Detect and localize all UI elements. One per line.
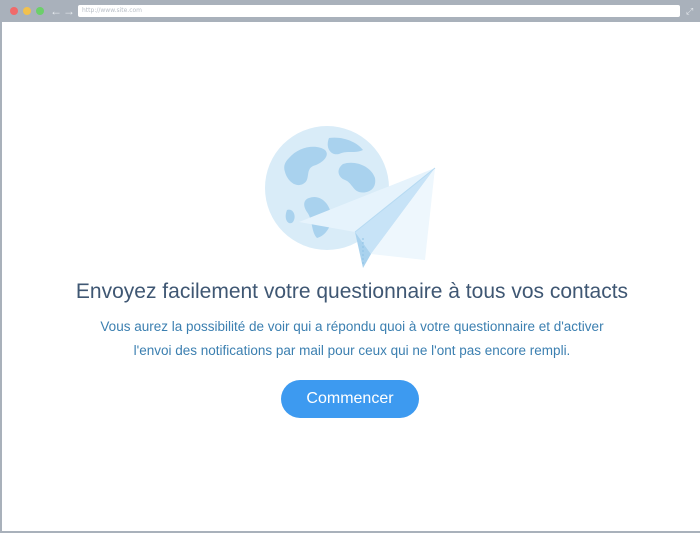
zoom-dot[interactable] bbox=[36, 7, 44, 15]
description: Vous aurez la possibilité de voir qui a … bbox=[4, 315, 700, 363]
forward-arrow-icon[interactable]: → bbox=[63, 4, 75, 18]
browser-chrome: ← → http://www.site.com ⤢ bbox=[2, 0, 700, 22]
globe-plane-illustration bbox=[265, 126, 436, 268]
description-line: l'envoi des notifications par mail pour … bbox=[133, 343, 571, 358]
page-title: Envoyez facilement votre questionnaire à… bbox=[75, 280, 629, 303]
expand-icon[interactable]: ⤢ bbox=[686, 5, 693, 17]
address-bar[interactable]: http://www.site.com bbox=[78, 5, 680, 17]
page-content: Envoyez facilement votre questionnaire à… bbox=[4, 22, 700, 531]
minimize-dot[interactable] bbox=[23, 7, 31, 15]
back-arrow-icon[interactable]: ← bbox=[50, 4, 62, 18]
description-line: Vous aurez la possibilité de voir qui a … bbox=[100, 319, 604, 334]
start-button[interactable]: Commencer bbox=[281, 380, 419, 418]
browser-window: ← → http://www.site.com ⤢ Envoyez facile… bbox=[0, 0, 700, 533]
close-dot[interactable] bbox=[10, 7, 18, 15]
